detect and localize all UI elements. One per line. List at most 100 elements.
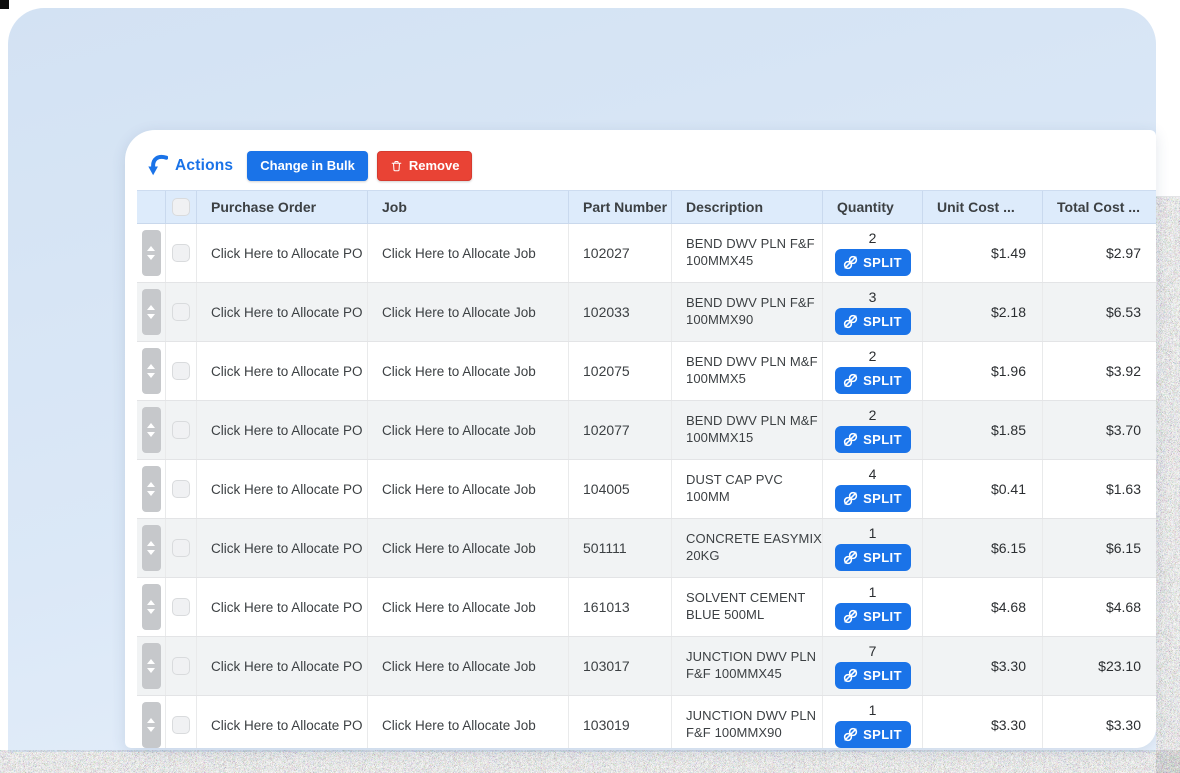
remove-button-label: Remove <box>409 158 460 173</box>
header-unit-cost: Unit Cost ... <box>923 191 1043 223</box>
allocate-job-link[interactable]: Click Here to Allocate Job <box>368 283 569 341</box>
split-button[interactable]: SPLIT <box>835 544 911 571</box>
total-cost-cell: $6.53 <box>1043 283 1156 341</box>
drag-handle[interactable] <box>142 643 161 689</box>
part-number-cell: 501111 <box>569 519 672 577</box>
row-checkbox[interactable] <box>172 362 190 380</box>
arrow-down-icon <box>147 550 155 555</box>
allocate-job-link[interactable]: Click Here to Allocate Job <box>368 578 569 636</box>
unit-cost-cell: $6.15 <box>923 519 1043 577</box>
description-cell: SOLVENT CEMENT BLUE 500ML <box>672 578 823 636</box>
split-button-label: SPLIT <box>863 609 902 624</box>
table-body: Click Here to Allocate PO Click Here to … <box>137 224 1156 748</box>
drag-handle[interactable] <box>142 525 161 571</box>
checkbox-cell <box>166 224 197 282</box>
split-button[interactable]: SPLIT <box>835 367 911 394</box>
part-number-cell: 102077 <box>569 401 672 459</box>
part-number-cell: 161013 <box>569 578 672 636</box>
row-checkbox[interactable] <box>172 303 190 321</box>
row-checkbox[interactable] <box>172 244 190 262</box>
arrow-up-icon <box>147 718 155 723</box>
drag-handle[interactable] <box>142 407 161 453</box>
row-checkbox[interactable] <box>172 539 190 557</box>
change-in-bulk-button[interactable]: Change in Bulk <box>247 151 368 181</box>
split-button[interactable]: SPLIT <box>835 485 911 512</box>
line-items-table: Purchase Order Job Part Number Descripti… <box>137 190 1156 748</box>
allocate-po-link[interactable]: Click Here to Allocate PO <box>197 519 368 577</box>
allocate-po-link[interactable]: Click Here to Allocate PO <box>197 283 368 341</box>
split-button[interactable]: SPLIT <box>835 426 911 453</box>
allocate-job-link[interactable]: Click Here to Allocate Job <box>368 519 569 577</box>
allocate-po-link[interactable]: Click Here to Allocate PO <box>197 696 368 748</box>
drag-cell <box>137 696 166 748</box>
total-cost-cell: $2.97 <box>1043 224 1156 282</box>
drag-handle[interactable] <box>142 702 161 748</box>
quantity-value: 1 <box>869 584 877 600</box>
row-checkbox[interactable] <box>172 716 190 734</box>
row-checkbox[interactable] <box>172 480 190 498</box>
allocate-job-link[interactable]: Click Here to Allocate Job <box>368 637 569 695</box>
arrow-up-icon <box>147 659 155 664</box>
allocate-job-link[interactable]: Click Here to Allocate Job <box>368 224 569 282</box>
drag-handle[interactable] <box>142 584 161 630</box>
drag-handle[interactable] <box>142 289 161 335</box>
allocate-po-link[interactable]: Click Here to Allocate PO <box>197 460 368 518</box>
header-total-cost: Total Cost ... <box>1043 191 1156 223</box>
split-button-label: SPLIT <box>863 491 902 506</box>
unlink-icon <box>843 255 858 270</box>
select-all-checkbox[interactable] <box>172 198 190 216</box>
torn-edge-right <box>1156 197 1180 773</box>
split-button[interactable]: SPLIT <box>835 662 911 689</box>
description-cell: JUNCTION DWV PLN F&F 100MMX90 <box>672 696 823 748</box>
allocate-po-link[interactable]: Click Here to Allocate PO <box>197 342 368 400</box>
unit-cost-cell: $0.41 <box>923 460 1043 518</box>
allocate-po-link[interactable]: Click Here to Allocate PO <box>197 224 368 282</box>
part-number-cell: 102027 <box>569 224 672 282</box>
split-button-label: SPLIT <box>863 255 902 270</box>
checkbox-cell <box>166 460 197 518</box>
allocate-po-link[interactable]: Click Here to Allocate PO <box>197 637 368 695</box>
checkbox-cell <box>166 696 197 748</box>
table-header-row: Purchase Order Job Part Number Descripti… <box>137 190 1156 224</box>
drag-handle[interactable] <box>142 466 161 512</box>
checkbox-cell <box>166 342 197 400</box>
allocate-job-link[interactable]: Click Here to Allocate Job <box>368 342 569 400</box>
split-button-label: SPLIT <box>863 432 902 447</box>
allocate-po-link[interactable]: Click Here to Allocate PO <box>197 401 368 459</box>
quantity-cell: 2 SPLIT <box>823 401 923 459</box>
allocate-job-link[interactable]: Click Here to Allocate Job <box>368 696 569 748</box>
arrow-down-icon <box>147 314 155 319</box>
row-checkbox[interactable] <box>172 657 190 675</box>
allocate-po-link[interactable]: Click Here to Allocate PO <box>197 578 368 636</box>
split-button[interactable]: SPLIT <box>835 308 911 335</box>
remove-button[interactable]: Remove <box>377 151 473 181</box>
table-row: Click Here to Allocate PO Click Here to … <box>137 283 1156 342</box>
arrow-up-icon <box>147 600 155 605</box>
table-row: Click Here to Allocate PO Click Here to … <box>137 519 1156 578</box>
allocate-job-link[interactable]: Click Here to Allocate Job <box>368 460 569 518</box>
unlink-icon <box>843 550 858 565</box>
unlink-icon <box>843 432 858 447</box>
split-button-label: SPLIT <box>863 373 902 388</box>
row-checkbox[interactable] <box>172 598 190 616</box>
quantity-value: 1 <box>869 525 877 541</box>
drag-handle[interactable] <box>142 348 161 394</box>
split-button[interactable]: SPLIT <box>835 721 911 748</box>
split-button[interactable]: SPLIT <box>835 603 911 630</box>
quantity-value: 1 <box>869 702 877 718</box>
split-button[interactable]: SPLIT <box>835 249 911 276</box>
arrow-up-icon <box>147 423 155 428</box>
description-cell: BEND DWV PLN F&F 100MMX90 <box>672 283 823 341</box>
total-cost-cell: $6.15 <box>1043 519 1156 577</box>
unit-cost-cell: $1.96 <box>923 342 1043 400</box>
drag-handle[interactable] <box>142 230 161 276</box>
quantity-cell: 4 SPLIT <box>823 460 923 518</box>
table-row: Click Here to Allocate PO Click Here to … <box>137 224 1156 283</box>
drag-cell <box>137 224 166 282</box>
total-cost-cell: $1.63 <box>1043 460 1156 518</box>
curved-arrow-icon <box>147 153 168 179</box>
quantity-value: 2 <box>869 407 877 423</box>
arrow-down-icon <box>147 609 155 614</box>
allocate-job-link[interactable]: Click Here to Allocate Job <box>368 401 569 459</box>
row-checkbox[interactable] <box>172 421 190 439</box>
